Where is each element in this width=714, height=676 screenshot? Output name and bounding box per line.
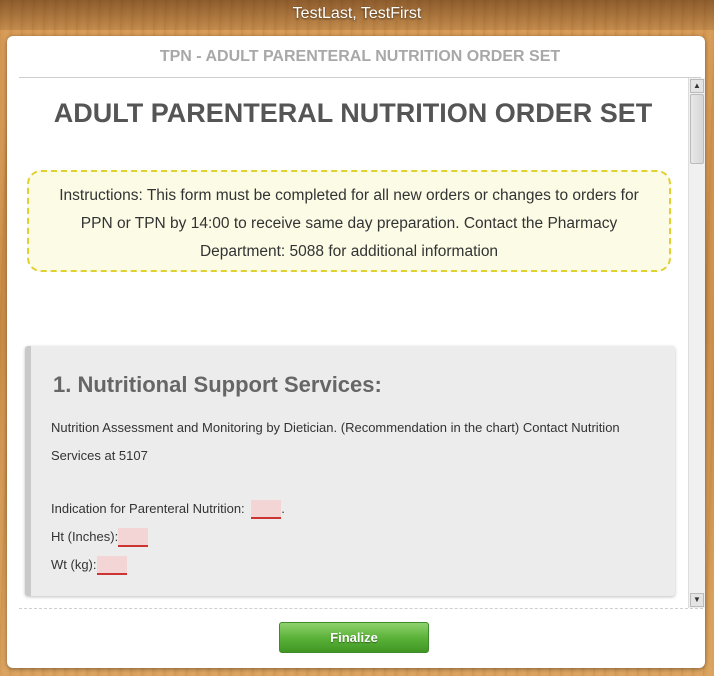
scrollbar-thumb[interactable]	[690, 94, 704, 164]
vertical-scrollbar[interactable]: ▲ ▼	[688, 78, 705, 608]
section-nutritional-support: 1. Nutritional Support Services: Nutriti…	[25, 346, 675, 596]
finalize-button[interactable]: Finalize	[279, 622, 429, 653]
footer-divider	[19, 608, 703, 609]
section-description: Nutrition Assessment and Monitoring by D…	[51, 420, 620, 463]
indication-label: Indication for Parenteral Nutrition:	[51, 500, 245, 516]
height-field[interactable]	[118, 528, 149, 547]
scroll-down-arrow-icon[interactable]: ▼	[690, 593, 704, 607]
panel-header-title: TPN - ADULT PARENTERAL NUTRITION ORDER S…	[19, 36, 701, 78]
height-row: Ht (Inches):	[51, 528, 149, 547]
order-panel: TPN - ADULT PARENTERAL NUTRITION ORDER S…	[7, 36, 705, 668]
window-title: TestLast, TestFirst	[0, 0, 714, 30]
instructions-box: Instructions: This form must be complete…	[27, 170, 671, 272]
scroll-up-arrow-icon[interactable]: ▲	[690, 79, 704, 93]
weight-row: Wt (kg):	[51, 556, 127, 575]
form-content: ADULT PARENTERAL NUTRITION ORDER SET Ins…	[19, 78, 687, 608]
indication-row: Indication for Parenteral Nutrition: .	[51, 500, 285, 519]
section-title: 1. Nutritional Support Services:	[53, 372, 382, 397]
indication-suffix: .	[281, 500, 285, 516]
height-label: Ht (Inches):	[51, 528, 119, 544]
page-title: ADULT PARENTERAL NUTRITION ORDER SET	[53, 98, 653, 128]
weight-label: Wt (kg):	[51, 556, 97, 572]
weight-field[interactable]	[96, 556, 127, 575]
indication-field[interactable]	[251, 500, 282, 519]
